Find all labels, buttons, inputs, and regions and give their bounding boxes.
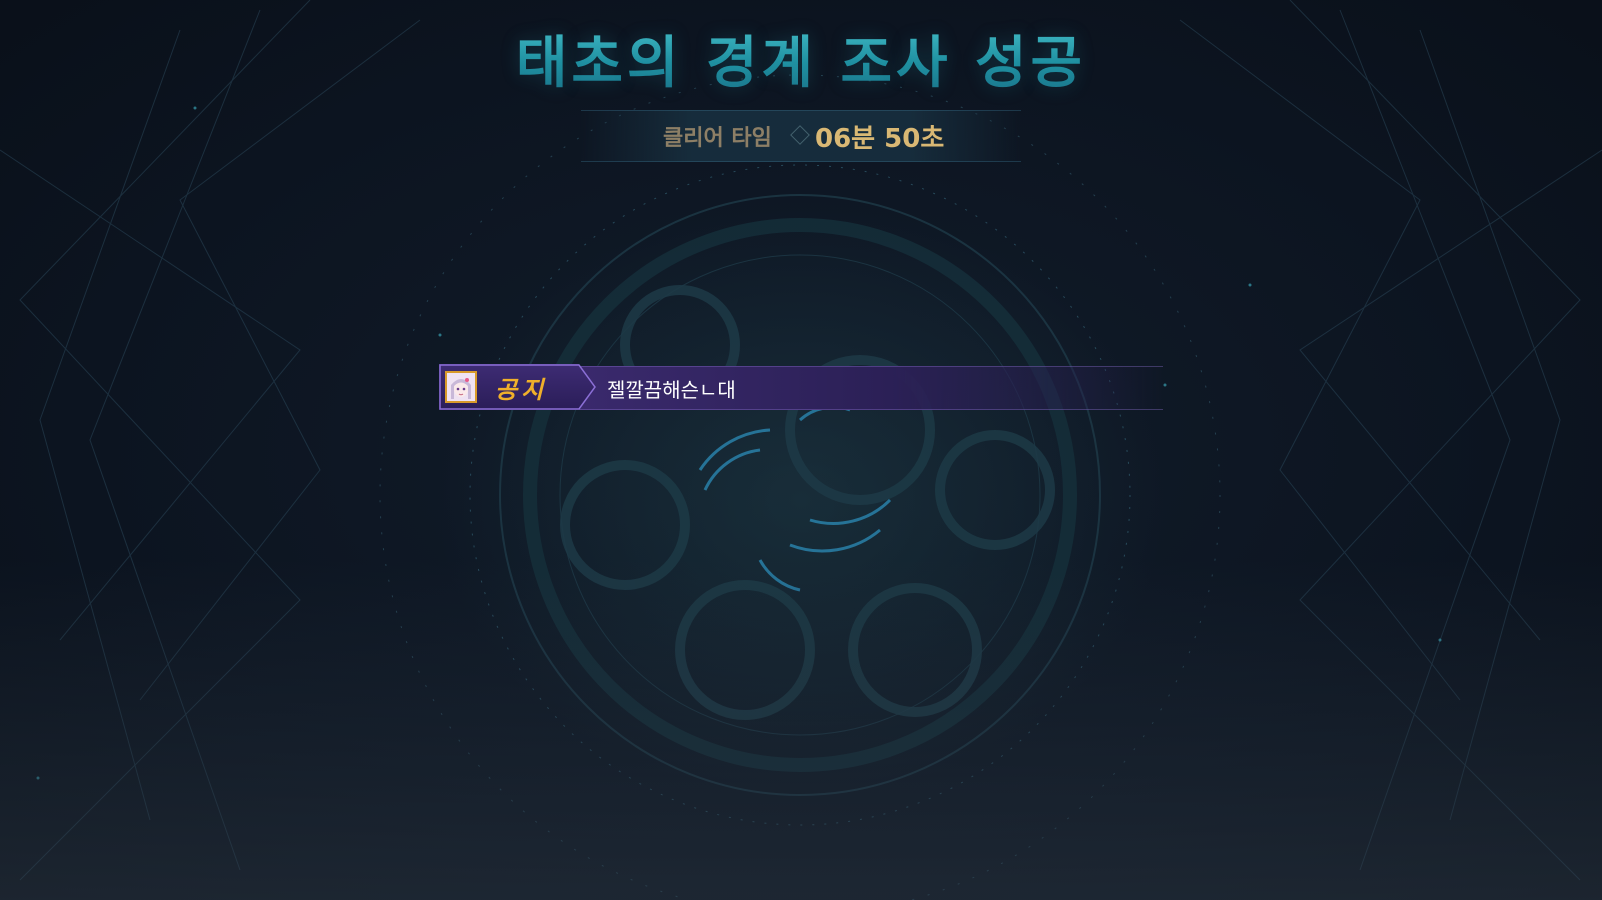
result-title: 태초의 경계 조사 성공 (0, 18, 1602, 99)
notice-message-text: 젤깔끔해슨ㄴ대 (607, 378, 736, 402)
character-portrait-icon (445, 371, 477, 403)
clear-time-value: 06분 50초 (815, 124, 945, 154)
fog-overlay (0, 560, 1602, 900)
dungeon-result-screen: 태초의 경계 조사 성공 클리어 타임 06분 50초 공지 젤깔끔해슨ㄴ대 (0, 0, 1602, 900)
notice-banner: 공지 젤깔끔해슨ㄴ대 (439, 364, 1163, 410)
notice-tag-label: 공지 (495, 376, 548, 404)
clear-time-label: 클리어 타임 (663, 126, 772, 151)
